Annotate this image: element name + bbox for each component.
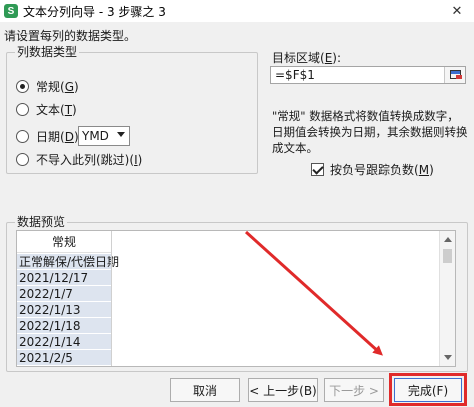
radio-date[interactable]: 日期(D)	[16, 127, 79, 145]
preview-column[interactable]: 常规 正常解保/代偿日期 2021/12/17 2022/1/7 2022/1/…	[17, 231, 120, 366]
preview-cell: 2022/1/7	[17, 286, 111, 302]
preview-scrollbar[interactable]	[439, 231, 455, 366]
preview-column-header[interactable]: 常规	[17, 231, 111, 253]
target-area-input[interactable]: =$F$1	[270, 66, 466, 84]
finish-highlight-box	[389, 373, 467, 406]
radio-skip[interactable]: 不导入此列(跳过)(I)	[16, 150, 142, 168]
preview-cell: 2021/2/5	[17, 350, 111, 366]
chevron-down-icon[interactable]	[117, 132, 125, 137]
preview-cell: 2022/1/18	[17, 318, 111, 334]
negative-checkbox[interactable]	[311, 163, 324, 176]
instruction-text: 请设置每列的数据类型。	[4, 29, 137, 43]
radio-general-indicator[interactable]	[16, 79, 29, 93]
app-icon: S	[4, 4, 18, 18]
radio-skip-indicator[interactable]	[16, 152, 29, 166]
radio-date-indicator[interactable]	[16, 129, 29, 143]
range-select-button[interactable]	[444, 67, 465, 83]
preview-cell: 2022/1/14	[17, 334, 111, 350]
radio-general[interactable]: 常规(G)	[16, 77, 79, 95]
date-format-select[interactable]: YMD	[78, 126, 130, 146]
cancel-button[interactable]: 取消	[170, 378, 240, 402]
radio-skip-label: 不导入此列(跳过)(I)	[36, 152, 143, 167]
close-icon: ✕	[451, 3, 463, 19]
preview-cell: 2022/1/13	[17, 302, 111, 318]
preview-cell: 2021/12/17	[17, 270, 111, 286]
date-format-value: YMD	[82, 129, 109, 143]
close-button[interactable]: ✕	[446, 2, 468, 20]
scroll-up-icon[interactable]	[444, 237, 452, 242]
data-preview-legend: 数据预览	[15, 215, 68, 229]
window-title: 文本分列向导 - 3 步骤之 3	[23, 4, 166, 19]
back-button[interactable]: < 上一步(B)	[248, 378, 318, 402]
radio-general-label: 常规(G)	[36, 79, 79, 94]
scroll-down-icon[interactable]	[444, 355, 452, 360]
radio-date-label: 日期(D)	[36, 129, 79, 144]
next-button[interactable]: 下一步 >	[324, 378, 384, 402]
format-description: "常规" 数据格式将数值转换成数字，日期值会转换为日期，其余数据则转换成文本。	[272, 109, 468, 155]
column-type-legend: 列数据类型	[15, 45, 80, 59]
negative-checkbox-row[interactable]: 按负号跟踪负数(M)	[311, 161, 434, 178]
scroll-thumb[interactable]	[443, 249, 452, 263]
target-area-label: 目标区域(E):	[272, 51, 342, 65]
radio-text[interactable]: 文本(T)	[16, 100, 77, 118]
preview-cell: 正常解保/代偿日期	[17, 254, 120, 270]
preview-table[interactable]: 常规 正常解保/代偿日期 2021/12/17 2022/1/7 2022/1/…	[16, 230, 456, 367]
radio-text-label: 文本(T)	[36, 102, 77, 117]
radio-text-indicator[interactable]	[16, 102, 29, 116]
title-bar: S 文本分列向导 - 3 步骤之 3 ✕	[0, 0, 474, 22]
preview-column-divider	[111, 231, 112, 366]
negative-checkbox-label: 按负号跟踪负数(M)	[330, 163, 434, 177]
